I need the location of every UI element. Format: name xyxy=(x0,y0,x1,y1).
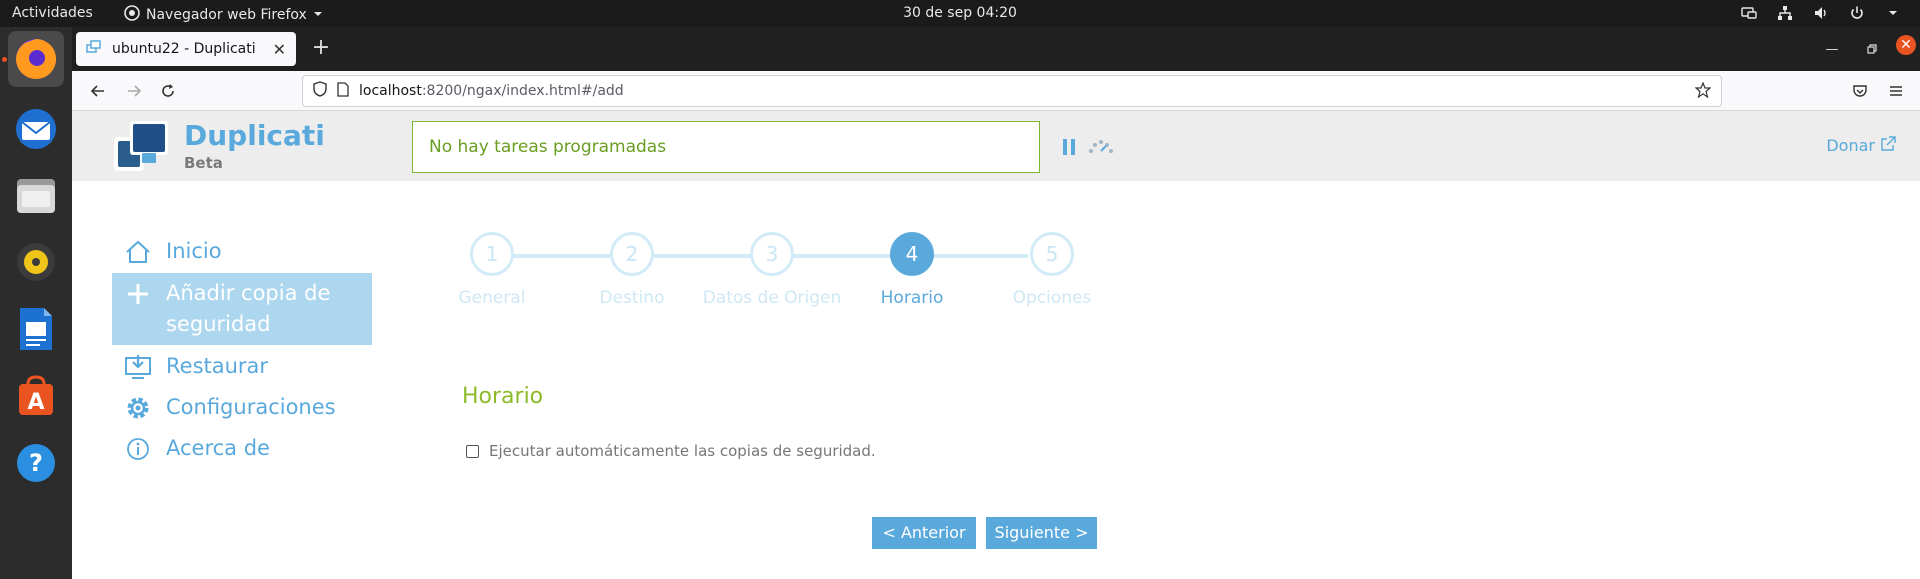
app-center-icon[interactable]: A xyxy=(8,368,64,424)
app-subtitle: Beta xyxy=(184,154,223,172)
tab-strip: ubuntu22 - Duplicati ✕ + — ✕ xyxy=(72,27,1920,71)
thunderbird-icon[interactable] xyxy=(8,101,64,157)
browser-tab[interactable]: ubuntu22 - Duplicati ✕ xyxy=(76,32,296,66)
screen-icon[interactable] xyxy=(1740,4,1758,22)
clock[interactable]: 30 de sep 04:20 xyxy=(903,5,1017,21)
sidebar-item-add-backup[interactable]: Añadir copia de seguridad xyxy=(112,273,372,345)
url-bar[interactable]: localhost:8200/ngax/index.html#/add xyxy=(302,75,1722,107)
close-tab-icon[interactable]: ✕ xyxy=(273,40,286,59)
next-button[interactable]: Siguiente > xyxy=(986,517,1097,549)
sidebar-item-home[interactable]: Inicio xyxy=(112,236,372,267)
power-icon[interactable] xyxy=(1848,4,1866,22)
chevron-down-icon[interactable] xyxy=(1884,4,1902,22)
step-source-data[interactable]: 3 Datos de Origen xyxy=(692,232,852,308)
duplicati-header: Duplicati Beta No hay tareas programadas… xyxy=(72,111,1920,181)
chevron-down-icon xyxy=(313,7,323,23)
sidebar-item-label: Acerca de xyxy=(166,436,270,460)
sidebar-item-label: Configuraciones xyxy=(166,395,336,419)
activities-button[interactable]: Actividades xyxy=(12,5,93,21)
network-icon[interactable] xyxy=(1776,4,1794,22)
step-destination[interactable]: 2 Destino xyxy=(552,232,712,308)
sidebar-item-about[interactable]: Acerca de xyxy=(112,433,372,464)
duplicati-logo-icon[interactable] xyxy=(112,119,172,175)
files-icon[interactable] xyxy=(8,167,64,223)
navigation-bar: localhost:8200/ngax/index.html#/add xyxy=(72,71,1920,111)
step-number: 5 xyxy=(1030,232,1074,276)
rhythmbox-icon[interactable] xyxy=(8,234,64,290)
writer-icon[interactable] xyxy=(8,301,64,357)
tab-title: ubuntu22 - Duplicati xyxy=(112,41,256,57)
step-number: 2 xyxy=(610,232,654,276)
sidebar-item-label: Inicio xyxy=(166,239,222,263)
sidebar-item-label: Restaurar xyxy=(166,354,269,378)
pause-icon[interactable] xyxy=(1062,139,1076,159)
plus-icon xyxy=(118,279,158,309)
page-icon xyxy=(337,81,349,101)
duplicati-favicon-icon xyxy=(86,40,102,58)
svg-text:?: ? xyxy=(29,449,43,477)
step-label: Opciones xyxy=(1012,288,1092,308)
new-tab-button[interactable]: + xyxy=(308,36,334,62)
restore-icon xyxy=(118,352,158,382)
wizard-steps: 1 General 2 Destino 3 Datos de Origen 4 … xyxy=(450,232,1130,312)
donate-link[interactable]: Donar xyxy=(1826,136,1896,155)
step-options[interactable]: 5 Opciones xyxy=(972,232,1132,308)
app-menu[interactable]: Navegador web Firefox xyxy=(124,5,323,25)
app-title[interactable]: Duplicati xyxy=(184,119,325,152)
info-icon xyxy=(118,434,158,464)
gnome-top-bar: Actividades Navegador web Firefox 30 de … xyxy=(0,0,1920,27)
url-path: :8200/ngax/index.html#/add xyxy=(421,83,624,99)
step-number: 4 xyxy=(890,232,934,276)
firefox-small-icon xyxy=(124,5,140,25)
step-label: Datos de Origen xyxy=(702,288,842,308)
previous-button[interactable]: < Anterior xyxy=(872,517,976,549)
url-host: localhost xyxy=(359,83,422,99)
dock: A ? xyxy=(0,27,72,579)
step-label: Destino xyxy=(599,288,665,308)
svg-text:A: A xyxy=(27,390,44,415)
gear-icon xyxy=(118,393,158,423)
donate-label: Donar xyxy=(1826,136,1875,155)
auto-run-checkbox[interactable] xyxy=(466,444,479,458)
pocket-icon[interactable] xyxy=(1848,79,1872,103)
menu-icon[interactable] xyxy=(1884,79,1908,103)
minimize-icon[interactable]: — xyxy=(1822,39,1842,59)
close-icon: ✕ xyxy=(1896,35,1916,55)
throttle-icon[interactable] xyxy=(1088,139,1114,159)
sidebar-item-label: Añadir copia de seguridad xyxy=(166,281,331,336)
sidebar-item-restore[interactable]: Restaurar xyxy=(112,351,372,382)
step-label: General xyxy=(458,288,526,308)
home-icon xyxy=(118,237,158,267)
bookmark-star-icon[interactable] xyxy=(1694,81,1712,102)
firefox-icon[interactable] xyxy=(8,31,64,87)
volume-icon[interactable] xyxy=(1812,4,1830,22)
external-link-icon xyxy=(1881,136,1896,155)
reload-icon[interactable] xyxy=(156,79,180,103)
forward-icon[interactable] xyxy=(122,79,146,103)
step-label: Horario xyxy=(880,288,944,308)
step-number: 3 xyxy=(750,232,794,276)
back-icon[interactable] xyxy=(86,79,110,103)
maximize-icon[interactable] xyxy=(1862,39,1882,59)
step-number: 1 xyxy=(470,232,514,276)
window-close-button[interactable]: ✕ xyxy=(1896,35,1916,55)
step-general[interactable]: 1 General xyxy=(412,232,572,308)
auto-run-label[interactable]: Ejecutar automáticamente las copias de s… xyxy=(489,442,876,460)
app-menu-label: Navegador web Firefox xyxy=(146,7,307,23)
shield-icon[interactable] xyxy=(313,81,327,101)
section-title: Horario xyxy=(462,384,544,409)
sidebar-item-settings[interactable]: Configuraciones xyxy=(112,392,372,423)
running-indicator xyxy=(2,57,7,62)
auto-run-option[interactable]: Ejecutar automáticamente las copias de s… xyxy=(466,442,876,460)
status-box: No hay tareas programadas xyxy=(412,121,1040,173)
help-icon[interactable]: ? xyxy=(8,435,64,491)
step-schedule[interactable]: 4 Horario xyxy=(832,232,992,308)
